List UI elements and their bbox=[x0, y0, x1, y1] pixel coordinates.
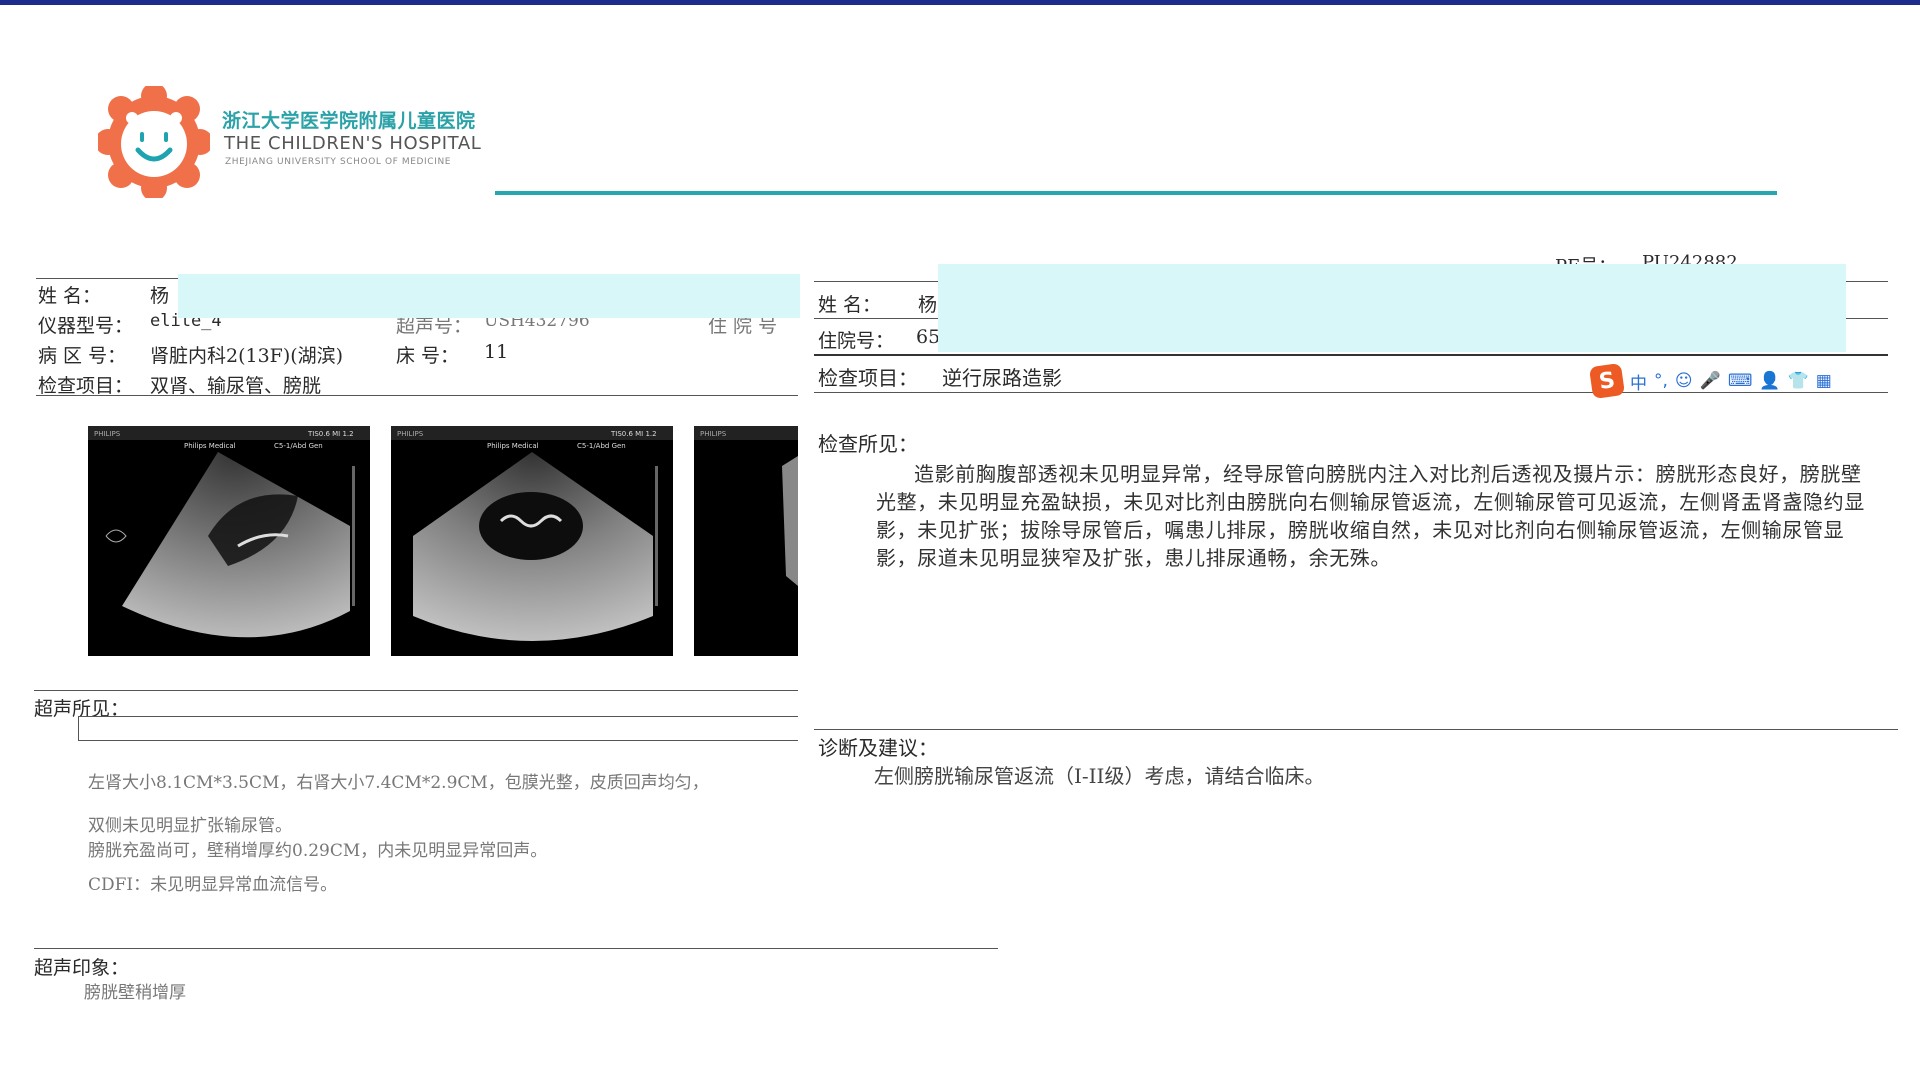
right-inpatient-value: 65 bbox=[916, 326, 941, 348]
image-probe: C5-1/Abd Gen bbox=[577, 442, 626, 450]
us-findings-top-rule bbox=[34, 690, 798, 691]
left-name-value: 杨 bbox=[150, 285, 170, 307]
image-ti: TIS0.6 MI 1.2 bbox=[610, 430, 657, 438]
ime-chinese-mode-icon[interactable]: 中 bbox=[1630, 369, 1647, 394]
left-exam-rule bbox=[36, 395, 798, 396]
image-header: Philips Medical bbox=[487, 442, 539, 450]
impression-rule bbox=[34, 948, 998, 949]
bed-value: 11 bbox=[484, 341, 509, 363]
us-findings-box-left bbox=[78, 716, 79, 740]
diagnosis-rule bbox=[814, 729, 1898, 730]
us-impression-value: 膀胱壁稍增厚 bbox=[84, 983, 186, 1003]
ward-label: 病 区 号： bbox=[38, 345, 127, 367]
ultrasound-image-3[interactable]: PHILIPS bbox=[694, 426, 798, 656]
right-name-label: 姓 名： bbox=[818, 294, 882, 316]
ime-toolbox-icon[interactable]: ▦ bbox=[1816, 371, 1832, 391]
left-name-label: 姓 名： bbox=[38, 285, 102, 307]
us-finding-line: CDFI：未见明显异常血流信号。 bbox=[88, 875, 338, 895]
image-ti: TIS0.6 MI 1.2 bbox=[307, 430, 354, 438]
device-label: 仪器型号： bbox=[38, 315, 134, 337]
us-finding-line: 双侧未见明显扩张输尿管。 bbox=[88, 816, 292, 836]
ime-emoji-icon[interactable]: ☺ bbox=[1675, 371, 1693, 391]
right-inpatient-rule bbox=[814, 354, 1888, 356]
redaction-bar bbox=[938, 264, 1846, 352]
right-name-value: 杨 bbox=[918, 294, 938, 316]
hospital-name-cn: 浙江大学医学院附属儿童医院 bbox=[222, 110, 476, 132]
image-probe: C5-1/Abd Gen bbox=[274, 442, 323, 450]
right-findings-title: 检查所见： bbox=[818, 432, 918, 456]
ime-user-icon[interactable]: 👤 bbox=[1759, 371, 1780, 391]
image-brand: PHILIPS bbox=[700, 430, 727, 438]
ward-value: 肾脏内科2(13F)(湖滨) bbox=[150, 345, 344, 367]
smiling-lion-logo-icon bbox=[98, 86, 210, 198]
right-exam-value: 逆行尿路造影 bbox=[942, 366, 1062, 390]
ime-toolbar[interactable]: S 中 °, ☺ 🎤 ⌨ 👤 👕 ▦ bbox=[1588, 362, 1832, 400]
diagnosis-title: 诊断及建议： bbox=[818, 736, 938, 760]
left-exam-label: 检查项目： bbox=[38, 375, 134, 397]
hospital-school-en: ZHEJIANG UNIVERSITY SCHOOL OF MEDICINE bbox=[225, 157, 452, 167]
left-exam-value: 双肾、输尿管、膀胱 bbox=[150, 375, 322, 397]
hospital-name-en: THE CHILDREN'S HOSPITAL bbox=[224, 133, 482, 154]
ime-voice-icon[interactable]: 🎤 bbox=[1700, 371, 1721, 391]
ime-keyboard-icon[interactable]: ⌨ bbox=[1728, 371, 1753, 391]
image-brand: PHILIPS bbox=[397, 430, 424, 438]
sogou-ime-icon[interactable]: S bbox=[1588, 362, 1626, 400]
right-inpatient-label: 住院号： bbox=[818, 330, 895, 352]
image-header: Philips Medical bbox=[184, 442, 236, 450]
top-border bbox=[0, 0, 1920, 5]
us-impression-title: 超声印象： bbox=[34, 957, 130, 979]
ime-punctuation-icon[interactable]: °, bbox=[1654, 371, 1668, 391]
image-brand: PHILIPS bbox=[94, 430, 121, 438]
header-divider bbox=[495, 191, 1777, 195]
us-finding-line: 膀胱充盈尚可，壁稍增厚约0.29CM，内未见明显异常回声。 bbox=[88, 841, 548, 861]
right-findings-text: 造影前胸腹部透视未见明显异常，经导尿管向膀胱内注入对比剂后透视及摄片示：膀胱形态… bbox=[876, 462, 1865, 570]
us-finding-line: 左肾大小8.1CM*3.5CM，右肾大小7.4CM*2.9CM，包膜光整，皮质回… bbox=[88, 773, 709, 793]
ultrasound-image-2[interactable]: PHILIPS Philips Medical C5-1/Abd Gen TIS… bbox=[391, 426, 673, 656]
bed-label: 床 号： bbox=[396, 345, 460, 367]
redaction-bar bbox=[178, 274, 800, 318]
right-exam-label: 检查项目： bbox=[818, 366, 918, 390]
diagnosis-text: 左侧膀胱输尿管返流（I-II级）考虑，请结合临床。 bbox=[874, 764, 1325, 788]
ime-skin-icon[interactable]: 👕 bbox=[1788, 371, 1809, 391]
us-findings-rule bbox=[78, 716, 798, 717]
ultrasound-image-1[interactable]: PHILIPS Philips Medical C5-1/Abd Gen TIS… bbox=[88, 426, 370, 656]
us-findings-box-bottom bbox=[78, 740, 798, 741]
